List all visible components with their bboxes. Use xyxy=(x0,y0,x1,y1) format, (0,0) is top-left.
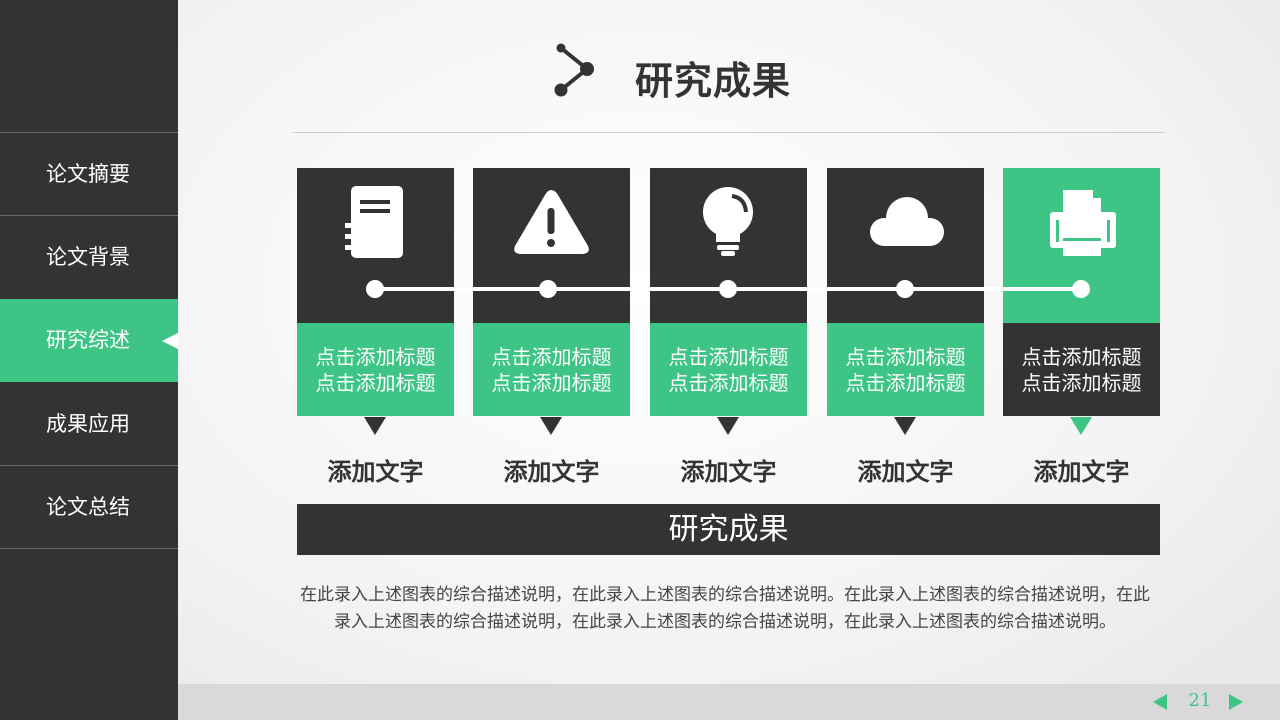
card-title-box: 点击添加标题 点击添加标题 xyxy=(1003,323,1160,416)
card-title-line: 点击添加标题 xyxy=(1021,345,1142,369)
card-icon-panel xyxy=(1003,168,1160,323)
share-node-icon xyxy=(554,43,594,97)
sidebar-item-background[interactable]: 论文背景 xyxy=(0,216,178,299)
card-label: 添加文字 xyxy=(857,458,954,486)
nav-divider xyxy=(0,548,178,549)
card-label: 添加文字 xyxy=(680,458,777,486)
sidebar-item-abstract[interactable]: 论文摘要 xyxy=(0,133,178,216)
card-pointer xyxy=(1070,417,1092,435)
cloud-icon xyxy=(870,197,944,246)
card-pointer xyxy=(364,417,386,435)
timeline-dot xyxy=(366,280,384,298)
card-title-line: 点击添加标题 xyxy=(1021,371,1142,395)
prev-page-icon[interactable] xyxy=(1153,694,1167,710)
warning-icon xyxy=(514,190,589,254)
timeline-dot xyxy=(896,280,914,298)
title-divider xyxy=(293,132,1165,133)
timeline-dot xyxy=(539,280,557,298)
card-title-line: 点击添加标题 xyxy=(845,345,966,369)
card-title-line: 点击添加标题 xyxy=(491,371,612,395)
card-title-line: 点击添加标题 xyxy=(491,345,612,369)
document-icon xyxy=(344,186,403,258)
card-icon-panel xyxy=(650,168,807,323)
card-pointer xyxy=(717,417,739,435)
card-title-line: 点击添加标题 xyxy=(668,345,789,369)
page-number: 21 xyxy=(1188,690,1212,711)
card-icon-panel xyxy=(297,168,454,323)
active-indicator-arrow xyxy=(162,333,178,349)
next-page-icon[interactable] xyxy=(1229,694,1243,710)
card-title-box: 点击添加标题 点击添加标题 xyxy=(297,323,454,416)
lightbulb-icon xyxy=(703,187,753,256)
timeline-dot xyxy=(1072,280,1090,298)
page-title: 研究成果 xyxy=(635,59,792,103)
card-pointer xyxy=(894,417,916,435)
timeline-dot xyxy=(719,280,737,298)
card-label: 添加文字 xyxy=(1033,458,1130,486)
printer-icon xyxy=(1050,190,1116,256)
description-text: 在此录入上述图表的综合描述说明，在此录入上述图表的综合描述说明。在此录入上述图表… xyxy=(300,585,1150,632)
sidebar-item-review[interactable]: 研究综述 xyxy=(0,299,178,382)
card-title-line: 点击添加标题 xyxy=(668,371,789,395)
card-title-box: 点击添加标题 点击添加标题 xyxy=(650,323,807,416)
sidebar-item-summary[interactable]: 论文总结 xyxy=(0,466,178,549)
footer-bar xyxy=(178,684,1280,720)
card-title-line: 点击添加标题 xyxy=(315,371,436,395)
sidebar: 论文摘要 论文背景 研究综述 成果应用 论文总结 xyxy=(0,0,178,720)
card-title-box: 点击添加标题 点击添加标题 xyxy=(827,323,984,416)
sidebar-item-application[interactable]: 成果应用 xyxy=(0,383,178,466)
section-banner: 研究成果 xyxy=(297,504,1160,555)
card-icon-panel xyxy=(473,168,630,323)
card-pointer xyxy=(540,417,562,435)
card-title-line: 点击添加标题 xyxy=(315,345,436,369)
card-label: 添加文字 xyxy=(327,458,424,486)
card-title-box: 点击添加标题 点击添加标题 xyxy=(473,323,630,416)
card-label: 添加文字 xyxy=(503,458,600,486)
card-title-line: 点击添加标题 xyxy=(845,371,966,395)
card-icon-panel xyxy=(827,168,984,323)
